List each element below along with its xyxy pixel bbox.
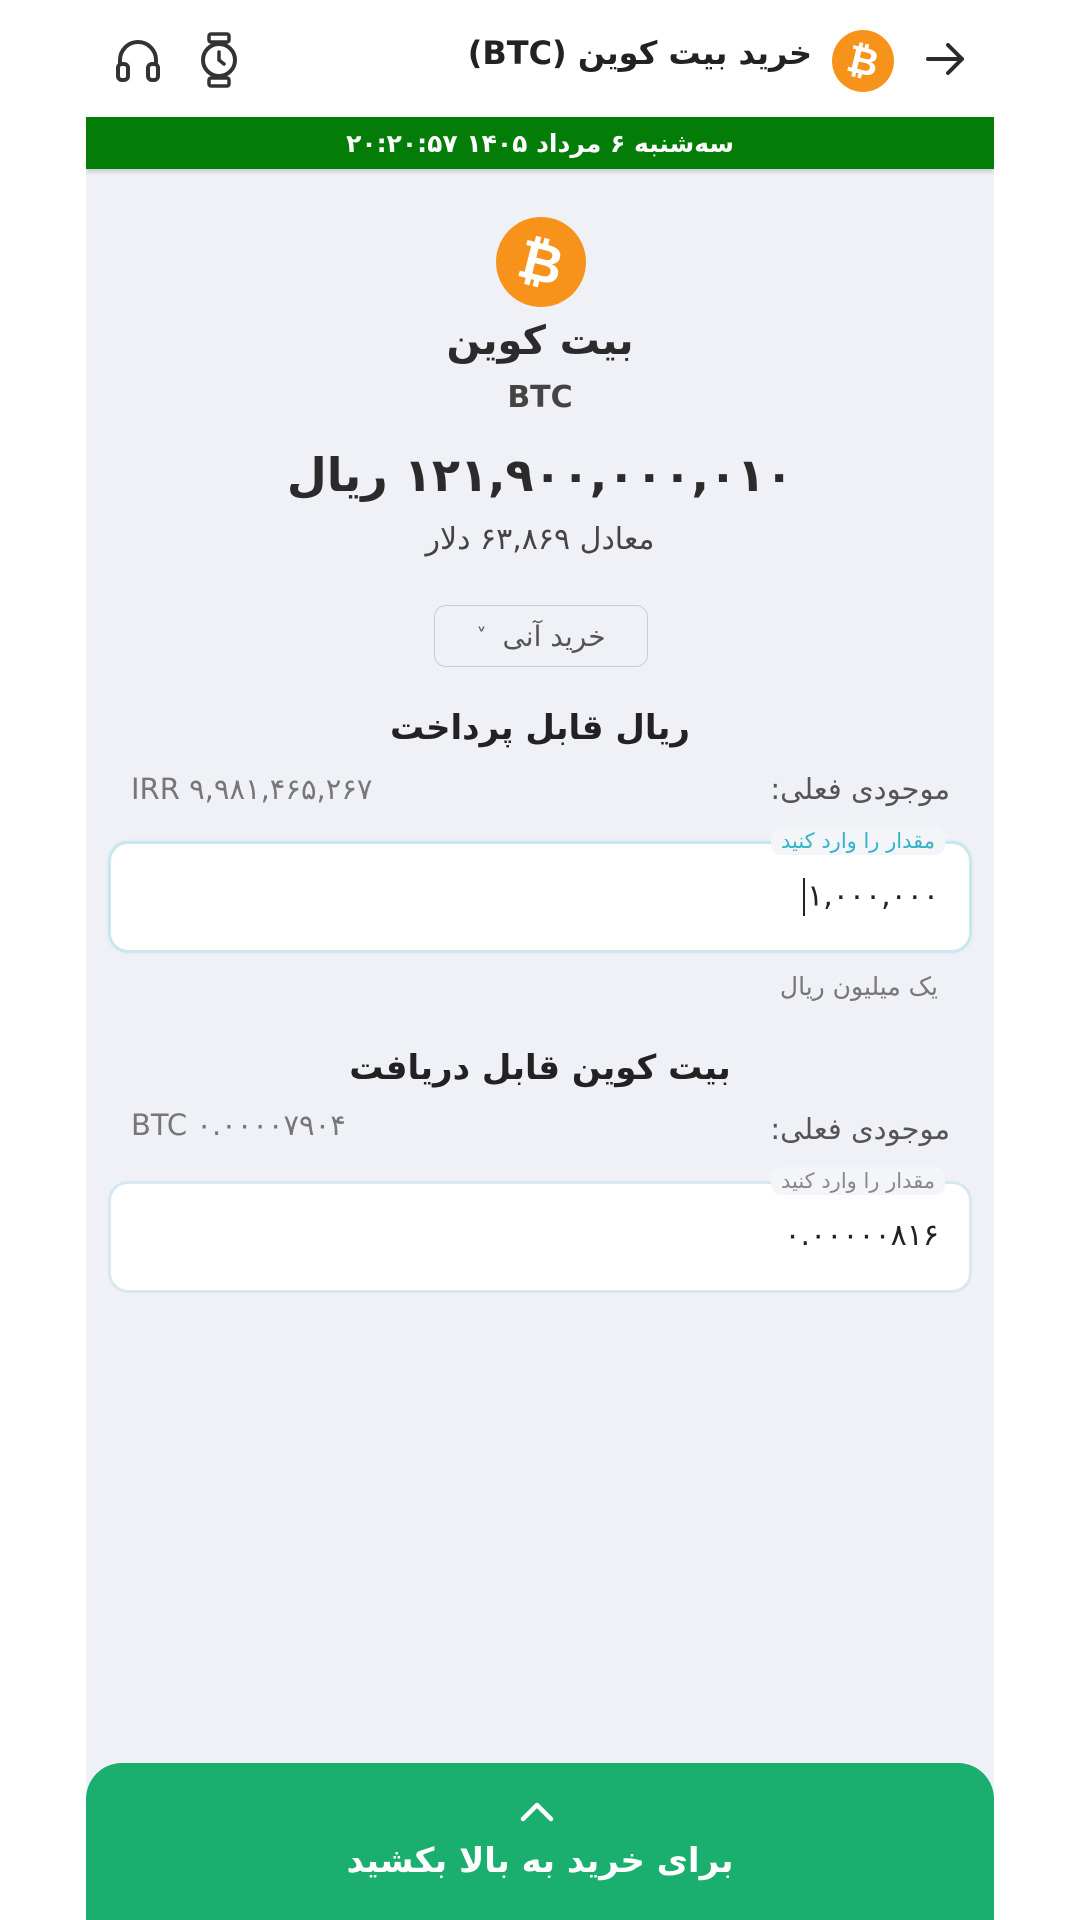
pay-section-title: ریال قابل پرداخت xyxy=(390,708,690,748)
bitcoin-logo-glyph: ₿ xyxy=(512,226,570,298)
pay-amount-value-wrap: ۱,۰۰۰,۰۰۰ xyxy=(803,878,939,916)
order-type-label: خرید آنی xyxy=(502,619,606,653)
text-caret xyxy=(803,878,806,916)
page-title: خرید بیت کوین (BTC) xyxy=(467,34,812,72)
chevron-down-icon: ˅ xyxy=(476,624,487,648)
pay-balance-value: IRR ۹,۹۸۱,۴۶۵,۲۶۷ xyxy=(131,772,373,806)
swipe-to-buy-label: برای خرید به بالا بکشید xyxy=(346,1841,734,1881)
chevron-up-icon xyxy=(520,1802,554,1822)
bitcoin-logo-icon: ₿ xyxy=(496,217,586,307)
usd-equivalent: معادل ۶۳,۸۶۹ دلار xyxy=(425,522,655,557)
swipe-to-buy-panel[interactable]: برای خرید به بالا بکشید xyxy=(86,1763,994,1920)
receive-amount-label: مقدار را وارد کنید xyxy=(770,1167,945,1195)
receive-balance-value: BTC ۰.۰۰۰۰۷۹۰۴ xyxy=(131,1108,346,1142)
pay-balance-label: موجودی فعلی: xyxy=(770,772,950,806)
bitcoin-glyph: ₿ xyxy=(842,35,884,86)
top-app-bar: ₿ خرید بیت کوین (BTC) xyxy=(86,0,994,117)
receive-section-title: بیت کوین قابل دریافت xyxy=(349,1048,731,1088)
coin-price: ۱۲۱,۹۰۰,۰۰۰,۰۱۰ ریال xyxy=(286,448,794,502)
order-type-dropdown[interactable]: خرید آنی ˅ xyxy=(434,605,648,667)
headset-icon[interactable] xyxy=(114,36,162,84)
watch-icon[interactable] xyxy=(198,32,240,88)
date-time-bar: سه‌شنبه ۶ مرداد ۱۴۰۵ ۲۰:۲۰:۵۷ xyxy=(86,117,994,169)
bitcoin-icon: ₿ xyxy=(832,30,894,92)
receive-balance-label: موجودی فعلی: xyxy=(770,1112,950,1146)
coin-name: بیت کوین xyxy=(446,318,634,364)
pay-amount-value: ۱,۰۰۰,۰۰۰ xyxy=(807,878,939,914)
pay-amount-label: مقدار را وارد کنید xyxy=(770,827,945,855)
coin-symbol: BTC xyxy=(507,380,573,415)
receive-amount-field[interactable]: مقدار را وارد کنید ۰.۰۰۰۰۰۸۱۶ xyxy=(108,1167,972,1293)
receive-amount-value: ۰.۰۰۰۰۰۸۱۶ xyxy=(784,1218,939,1253)
pay-amount-field[interactable]: مقدار را وارد کنید ۱,۰۰۰,۰۰۰ xyxy=(108,827,972,953)
app-screen: ₿ خرید بیت کوین (BTC) سه‌شنبه ۶ مرداد ۱۴… xyxy=(86,0,994,1920)
back-arrow-icon[interactable] xyxy=(922,36,968,82)
pay-amount-hint: یک میلیون ریال xyxy=(779,972,938,1001)
